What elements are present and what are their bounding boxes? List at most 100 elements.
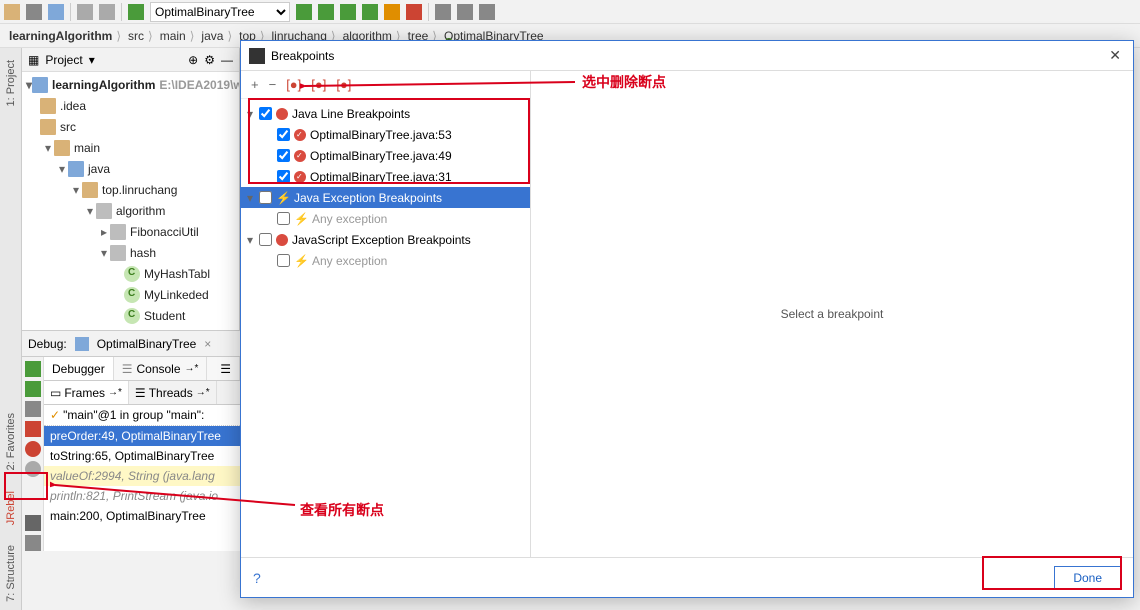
bp-group-icon[interactable]: [●] [286, 77, 301, 92]
crumb[interactable]: learningAlgorithm [4, 29, 114, 43]
hide-icon[interactable]: — [221, 53, 233, 67]
search-icon[interactable] [457, 4, 473, 20]
tree-label: Student [144, 309, 185, 323]
project-panel-icon: ▦ [28, 53, 39, 67]
close-icon[interactable]: ✕ [1105, 47, 1125, 64]
undo-icon[interactable] [77, 4, 93, 20]
annotation-arrow [50, 480, 300, 510]
add-bp-button[interactable]: + [251, 77, 259, 92]
folder-icon [54, 140, 70, 156]
console-tab[interactable]: ☰Console→* [114, 357, 208, 380]
tree-row[interactable]: Student [22, 305, 239, 326]
bp-group-checkbox[interactable] [259, 191, 272, 204]
stop-icon[interactable] [25, 421, 41, 437]
thread-hit[interactable]: ✓"main"@1 in group "main": [44, 405, 240, 426]
tree-row[interactable]: ▸FibonacciUtil [22, 221, 239, 242]
dialog-footer: ? Done [241, 557, 1133, 597]
resume-icon[interactable] [25, 381, 41, 397]
debugger-tab[interactable]: Debugger [44, 357, 114, 380]
dialog-titlebar[interactable]: Breakpoints ✕ [241, 41, 1133, 71]
coverage-icon[interactable] [340, 4, 356, 20]
refresh-icon[interactable] [48, 4, 64, 20]
help-icon[interactable]: ? [253, 570, 261, 586]
bp-item-label: OptimalBinaryTree.java:31 [310, 170, 452, 184]
bp-item-checkbox[interactable] [277, 212, 290, 225]
threads-tab[interactable]: ☰Threads→* [129, 381, 217, 404]
bp-item[interactable]: ⚡Any exception [241, 208, 530, 229]
structure-tool-tab[interactable]: 7: Structure [3, 537, 19, 610]
save-icon[interactable] [26, 4, 42, 20]
debug-panel: Debug: OptimalBinaryTree × [22, 330, 240, 610]
bp-group-label: JavaScript Exception Breakpoints [292, 233, 471, 247]
frame-row[interactable]: toString:65, OptimalBinaryTree [44, 446, 240, 466]
attach-icon[interactable] [384, 4, 400, 20]
bp-item[interactable]: ⚡Any exception [241, 250, 530, 271]
tree-label: .idea [60, 99, 86, 113]
tree-label: FibonacciUtil [130, 225, 199, 239]
bp-item[interactable]: OptimalBinaryTree.java:31 [241, 166, 530, 187]
bp-item-checkbox[interactable] [277, 170, 290, 183]
project-root[interactable]: ▾ learningAlgorithm E:\IDEA2019\wo [22, 74, 239, 95]
stop-icon[interactable] [406, 4, 422, 20]
separator [428, 3, 429, 21]
tree-row[interactable]: MyHashTabl [22, 263, 239, 284]
open-icon[interactable] [4, 4, 20, 20]
project-tree[interactable]: ▾ learningAlgorithm E:\IDEA2019\wo .idea… [22, 72, 239, 330]
vcs-icon[interactable] [435, 4, 451, 20]
done-button[interactable]: Done [1054, 566, 1121, 590]
jrebel-tool-tab[interactable]: JRebel [3, 483, 19, 533]
bp-group[interactable]: ▾JavaScript Exception Breakpoints [241, 229, 530, 250]
folder-blue-icon [68, 161, 84, 177]
bp-item-checkbox[interactable] [277, 128, 290, 141]
mute-bp-icon[interactable] [25, 461, 41, 477]
tree-label: hash [130, 246, 156, 260]
bp-item[interactable]: OptimalBinaryTree.java:49 [241, 145, 530, 166]
settings-icon[interactable] [25, 535, 41, 551]
collapse-icon[interactable]: ⊕ [188, 53, 198, 67]
rerun-icon[interactable] [25, 361, 41, 377]
structure-icon[interactable] [479, 4, 495, 20]
pause-icon[interactable] [25, 401, 41, 417]
tree-row[interactable]: src [22, 116, 239, 137]
crumb[interactable]: src [123, 29, 146, 43]
crumb[interactable]: java [196, 29, 225, 43]
project-tool-tab[interactable]: 1: Project [3, 52, 19, 114]
camera-icon[interactable] [25, 515, 41, 531]
bp-group-checkbox[interactable] [259, 233, 272, 246]
tree-row[interactable]: ▾top.linruchang [22, 179, 239, 200]
remove-bp-button[interactable]: − [269, 77, 277, 92]
bp-item[interactable]: OptimalBinaryTree.java:53 [241, 124, 530, 145]
run-icon[interactable] [296, 4, 312, 20]
separator [121, 3, 122, 21]
frame-row[interactable]: preOrder:49, OptimalBinaryTree [44, 426, 240, 446]
profile-icon[interactable] [362, 4, 378, 20]
bp-item-label: Any exception [312, 254, 387, 268]
debug-config-name: OptimalBinaryTree [97, 337, 197, 351]
gear-icon[interactable]: ⚙ [204, 53, 215, 67]
view-breakpoints-icon[interactable] [25, 441, 41, 457]
tree-label: algorithm [116, 204, 165, 218]
tree-label: MyLinkeded [144, 288, 209, 302]
run-config-select[interactable]: OptimalBinaryTree [150, 2, 290, 22]
tree-row[interactable]: MyLinkeded [22, 284, 239, 305]
bp-group[interactable]: ▾⚡Java Exception Breakpoints [241, 187, 530, 208]
tree-row[interactable]: ▾main [22, 137, 239, 158]
tree-row[interactable]: .idea [22, 95, 239, 116]
debug-frames: Debugger ☰Console→* ☰ ▭Frames→* ☰Threads… [44, 357, 240, 551]
debug-icon[interactable] [318, 4, 334, 20]
tree-row[interactable]: ▾java [22, 158, 239, 179]
bp-group[interactable]: ▾Java Line Breakpoints [241, 103, 530, 124]
bp-item-checkbox[interactable] [277, 254, 290, 267]
bp-item-checkbox[interactable] [277, 149, 290, 162]
hammer-icon[interactable] [128, 4, 144, 20]
pkg-icon [96, 203, 112, 219]
frames-tab[interactable]: ▭Frames→* [44, 381, 129, 404]
tree-row[interactable]: ▾hash [22, 242, 239, 263]
favorites-tool-tab[interactable]: 2: Favorites [3, 405, 19, 478]
debug-more-icon[interactable]: ☰ [212, 357, 240, 380]
redo-icon[interactable] [99, 4, 115, 20]
tree-row[interactable]: ▾algorithm [22, 200, 239, 221]
bp-group-checkbox[interactable] [259, 107, 272, 120]
class-icon [124, 308, 140, 324]
crumb[interactable]: main [155, 29, 188, 43]
